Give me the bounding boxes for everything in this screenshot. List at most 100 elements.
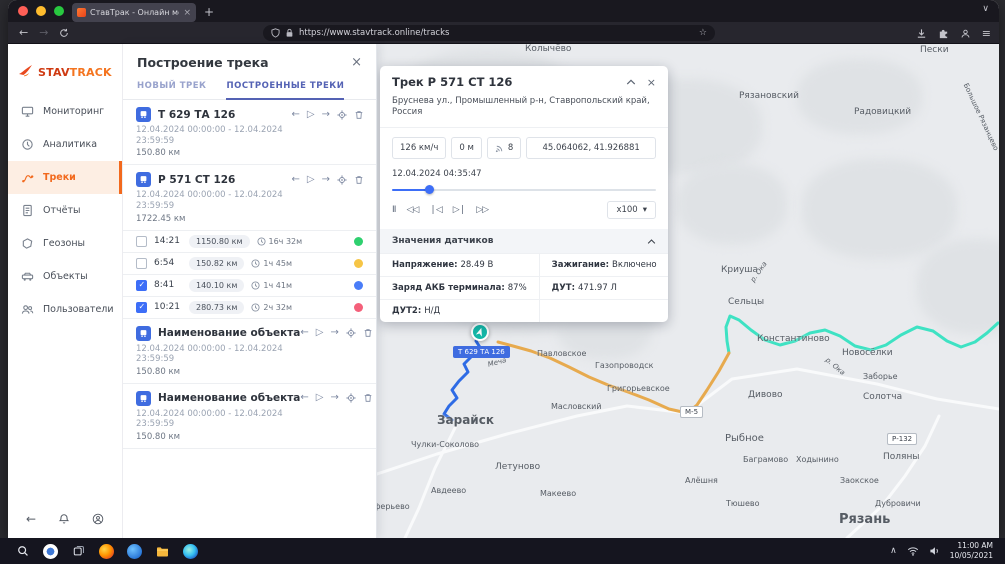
sidebar-item-reports[interactable]: Отчёты <box>8 194 122 227</box>
sensors-section-header[interactable]: Значения датчиков <box>380 229 668 253</box>
track-row[interactable]: Р 571 СТ 126 ← ▷ → 12.04.2024 00:00:00 -… <box>123 165 376 230</box>
track-segment-row[interactable]: 8:41 140.10 км 1ч 41м <box>123 275 376 297</box>
sidebar-item-tracks[interactable]: Треки <box>8 161 122 194</box>
track-play-button[interactable]: ▷ <box>307 110 315 120</box>
track-pan-end-button[interactable]: → <box>330 393 338 403</box>
segment-distance-chip: 1150.80 км <box>189 235 250 248</box>
track-pan-start-button[interactable]: ← <box>292 110 300 120</box>
sidebar-item-geozones[interactable]: Геозоны <box>8 227 122 260</box>
sidebar-item-analytics[interactable]: Аналитика <box>8 128 122 161</box>
downloads-button[interactable] <box>916 28 927 39</box>
taskbar-search-button[interactable] <box>15 544 30 559</box>
playback-rate-dropdown[interactable]: x100▾ <box>607 201 656 219</box>
segment-duration: 2ч 32м <box>251 303 292 312</box>
taskbar-firefox-button[interactable] <box>99 544 114 559</box>
track-play-button[interactable]: ▷ <box>316 393 324 403</box>
track-delete-button[interactable] <box>354 110 364 120</box>
tray-hidden-icons-chevron[interactable]: ∧ <box>890 546 897 556</box>
track-pan-end-button[interactable]: → <box>322 110 330 120</box>
back-button[interactable]: ← <box>19 22 28 44</box>
track-row[interactable]: Наименование объекта ← ▷ → 12.04.2024 00… <box>123 319 376 384</box>
reload-button[interactable] <box>59 22 69 44</box>
pause-button[interactable]: Ⅱ <box>392 205 395 215</box>
sidebar-item-users[interactable]: Пользователи <box>8 293 122 326</box>
taskbar-explorer-button[interactable] <box>155 544 170 559</box>
track-locate-button[interactable] <box>346 393 356 403</box>
track-pan-end-button[interactable]: → <box>330 328 338 338</box>
track-pan-end-button[interactable]: → <box>322 175 330 185</box>
track-play-button[interactable]: ▷ <box>316 328 324 338</box>
tab-title: СтавТрак - Онлайн мониторг... <box>90 8 179 17</box>
collapse-sidebar-button[interactable]: ← <box>26 512 36 526</box>
track-segment-row[interactable]: 6:54 150.82 км 1ч 45м <box>123 253 376 275</box>
url-text: https://www.stavtrack.online/tracks <box>299 28 694 38</box>
vehicle-position-marker[interactable] <box>471 323 489 341</box>
track-row[interactable]: Наименование объекта ← ▷ → 12.04.2024 00… <box>123 384 376 449</box>
segment-checkbox[interactable] <box>136 236 147 247</box>
tab-built-tracks[interactable]: ПОСТРОЕННЫЕ ТРЕКИ <box>226 77 344 100</box>
map-label: Дивово <box>748 390 783 400</box>
rewind-button[interactable]: ◁◁ <box>406 205 418 215</box>
playback-slider[interactable] <box>392 186 656 194</box>
collapse-panel-chevron-icon[interactable] <box>626 78 636 86</box>
tray-network-icon[interactable] <box>907 546 919 556</box>
track-delete-button[interactable] <box>363 328 373 338</box>
sidebar-item-monitoring[interactable]: Мониторинг <box>8 95 122 128</box>
new-tab-button[interactable]: + <box>204 3 214 22</box>
step-back-button[interactable]: ❘◁ <box>429 205 441 215</box>
segment-checkbox[interactable] <box>136 258 147 269</box>
sidebar-item-objects[interactable]: Объекты <box>8 260 122 293</box>
track-delete-button[interactable] <box>354 175 364 185</box>
window-close-button[interactable] <box>18 6 28 16</box>
track-delete-button[interactable] <box>363 393 373 403</box>
vehicle-map-label[interactable]: Т 629 ТА 126 <box>453 346 510 358</box>
browser-tab[interactable]: СтавТрак - Онлайн мониторг... × <box>72 3 196 22</box>
track-locate-button[interactable] <box>337 110 347 120</box>
track-locate-button[interactable] <box>346 328 356 338</box>
close-panel-icon[interactable]: × <box>647 76 656 89</box>
taskbar-edge-button[interactable] <box>183 544 198 559</box>
window-zoom-button[interactable] <box>54 6 64 16</box>
account-button[interactable] <box>960 28 971 39</box>
track-period: 12.04.2024 00:00:00 - 12.04.2024 23:59:5… <box>136 125 286 146</box>
taskbar-widgets-button[interactable] <box>43 544 58 559</box>
geozone-icon <box>21 237 34 250</box>
segment-checkbox[interactable] <box>136 280 147 291</box>
track-play-button[interactable]: ▷ <box>307 175 315 185</box>
bookmark-star-icon[interactable]: ☆ <box>699 28 707 38</box>
map-label: Ходынино <box>796 455 839 464</box>
playback-slider-thumb[interactable] <box>425 185 434 194</box>
track-locate-button[interactable] <box>337 175 347 185</box>
track-pan-start-button[interactable]: ← <box>300 328 308 338</box>
road-badge: М-5 <box>680 406 703 418</box>
step-forward-button[interactable]: ▷❘ <box>453 205 465 215</box>
notifications-bell-button[interactable] <box>58 513 70 525</box>
tab-list-chevron-icon[interactable]: ∨ <box>982 4 989 14</box>
monitor-icon <box>21 105 34 118</box>
url-bar[interactable]: https://www.stavtrack.online/tracks ☆ <box>263 25 715 41</box>
tab-new-track[interactable]: НОВЫЙ ТРЕК <box>137 77 206 99</box>
forward-button[interactable]: → <box>39 22 48 44</box>
extensions-button[interactable] <box>938 28 949 39</box>
panel-close-icon[interactable]: × <box>351 55 362 70</box>
taskbar-clock[interactable]: 11:00 AM 10/05/2021 <box>950 541 993 561</box>
tab-close-icon[interactable]: × <box>183 8 191 18</box>
taskbar-task-view-button[interactable] <box>71 544 86 559</box>
window-minimize-button[interactable] <box>36 6 46 16</box>
fast-forward-button[interactable]: ▷▷ <box>476 205 488 215</box>
collapse-sensors-chevron-icon[interactable] <box>647 238 656 245</box>
tray-volume-icon[interactable] <box>929 546 940 556</box>
track-row[interactable]: Т 629 ТА 126 ← ▷ → 12.04.2024 00:00:00 -… <box>123 100 376 165</box>
panel-title: Построение трека <box>137 55 269 70</box>
track-segment-row[interactable]: 14:21 1150.80 км 16ч 32м <box>123 231 376 253</box>
menu-button[interactable]: ≡ <box>982 27 991 40</box>
track-pan-start-button[interactable]: ← <box>300 393 308 403</box>
segment-checkbox[interactable] <box>136 302 147 313</box>
profile-button[interactable] <box>92 513 104 525</box>
map-canvas[interactable]: КолычёвоПескиРязановскийРадовицкийБольшо… <box>377 44 999 538</box>
track-pan-start-button[interactable]: ← <box>292 175 300 185</box>
site-favicon <box>77 8 86 17</box>
taskbar-app-button[interactable] <box>127 544 142 559</box>
track-segment-row[interactable]: 10:21 280.73 км 2ч 32м <box>123 297 376 319</box>
map-label: р. Ока <box>824 356 847 377</box>
